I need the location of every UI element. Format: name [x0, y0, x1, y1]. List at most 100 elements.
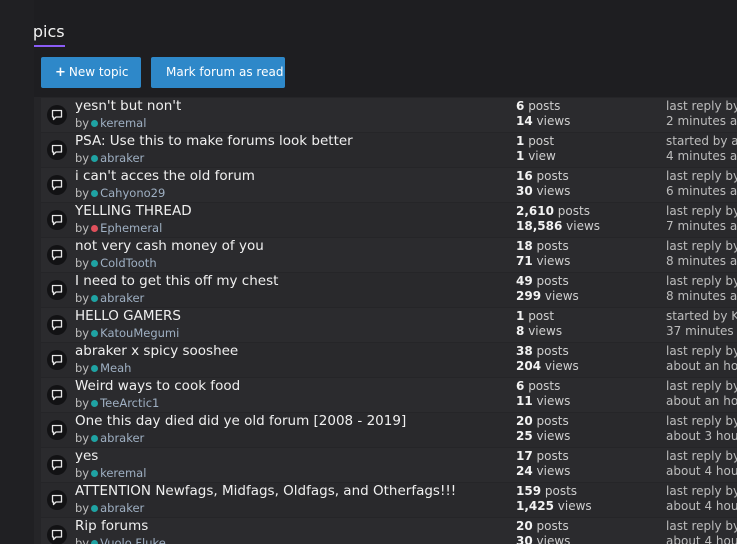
last-activity: last reply by Iabout an hou — [666, 378, 737, 409]
topic-row[interactable]: Rip forums by Vuolo Fluke 20 posts 30 views l… — [41, 518, 737, 544]
topic-row[interactable]: Weird ways to cook food by TeeArctic1 6 pos… — [41, 378, 737, 412]
user-status-dot — [91, 260, 99, 267]
last-activity: last reply by a8 minutes ag — [666, 273, 737, 304]
author-link[interactable]: abraker — [100, 431, 144, 445]
view-count: 8 — [516, 324, 525, 338]
topic-title-link[interactable]: yes — [75, 448, 98, 465]
topic-stats: 49 posts 299 views — [516, 273, 656, 304]
user-status-dot — [91, 400, 99, 407]
topic-row[interactable]: yes by keremal 17 posts 24 views last reply b… — [41, 448, 737, 482]
view-count: 11 — [516, 394, 533, 408]
topic-title-link[interactable]: not very cash money of you — [75, 238, 264, 255]
author-link[interactable]: abraker — [100, 151, 144, 165]
topic-byline: by KatouMegumi — [75, 326, 180, 340]
view-count: 1 — [516, 149, 525, 163]
last-activity: last reply by a7 minutes ag — [666, 203, 737, 234]
topic-row[interactable]: yesn't but non't by keremal 6 posts 14 views… — [41, 98, 737, 132]
chat-bubble-icon — [47, 350, 67, 370]
user-status-dot — [91, 330, 99, 337]
topic-row[interactable]: One this day died did ye old forum [2008… — [41, 413, 737, 447]
mark-forum-read-button[interactable]: Mark forum as read — [151, 57, 285, 88]
topic-byline: by Cahyono29 — [75, 186, 166, 200]
topic-title-link[interactable]: PSA: Use this to make forums look better — [75, 133, 353, 150]
topic-title-link[interactable]: Weird ways to cook food — [75, 378, 240, 395]
topic-title-link[interactable]: I need to get this off my chest — [75, 273, 278, 290]
author-link[interactable]: keremal — [100, 116, 146, 130]
last-reply-time: about 4 hou — [666, 499, 737, 513]
topic-row[interactable]: ATTENTION Newfags, Midfags, Oldfags, and… — [41, 483, 737, 517]
author-link[interactable]: Meah — [100, 361, 131, 375]
last-activity: last reply by Iabout an hou — [666, 343, 737, 374]
chat-bubble-icon — [47, 385, 67, 405]
post-count: 18 — [516, 239, 533, 253]
topic-row[interactable]: YELLING THREAD by Ephemeral 2,610 posts 18,5… — [41, 203, 737, 237]
chat-bubble-icon — [47, 245, 67, 265]
chat-bubble-icon — [47, 490, 67, 510]
last-reply-text: last reply by s — [666, 449, 737, 463]
last-reply-time: about 4 hour — [666, 464, 737, 478]
post-count-label: posts — [557, 204, 590, 218]
topic-title-link[interactable]: YELLING THREAD — [75, 203, 192, 220]
user-status-dot — [91, 295, 99, 302]
view-count: 1,425 — [516, 499, 554, 513]
author-link[interactable]: Ephemeral — [100, 221, 162, 235]
topic-stats: 1 post 1 view — [516, 133, 656, 164]
last-reply-text: started by ab — [666, 134, 737, 148]
topic-row[interactable]: I need to get this off my chest by abraker… — [41, 273, 737, 307]
topic-row[interactable]: i can't acces the old forum by Cahyono29 16… — [41, 168, 737, 202]
last-activity: last reply by a6 minutes ag — [666, 168, 737, 199]
topic-stats: 6 posts 11 views — [516, 378, 656, 409]
topic-row[interactable]: not very cash money of you by ColdTooth 18 … — [41, 238, 737, 272]
post-count-label: posts — [528, 99, 561, 113]
post-count-label: posts — [536, 239, 569, 253]
view-count-label: view — [528, 149, 556, 163]
topic-byline: by Vuolo Fluke — [75, 535, 166, 544]
post-count: 1 — [516, 309, 525, 323]
topic-title-link[interactable]: ATTENTION Newfags, Midfags, Oldfags, and… — [75, 483, 456, 500]
author-link[interactable]: TeeArctic1 — [100, 396, 159, 410]
view-count: 30 — [516, 184, 533, 198]
topic-stats: 38 posts 204 views — [516, 343, 656, 374]
view-count-label: views — [536, 184, 571, 198]
last-activity: last reply by a2 minutes ag — [666, 98, 737, 129]
topic-row[interactable]: PSA: Use this to make forums look better… — [41, 133, 737, 167]
topic-title-link[interactable]: yesn't but non't — [75, 98, 181, 115]
topic-title-link[interactable]: abraker x spicy sooshee — [75, 343, 238, 360]
topic-stats: 16 posts 30 views — [516, 168, 656, 199]
last-reply-time: about 3 hour — [666, 429, 737, 443]
chat-bubble-icon — [47, 175, 67, 195]
author-link[interactable]: KatouMegumi — [100, 326, 179, 340]
view-count-label: views — [536, 429, 571, 443]
user-status-dot — [91, 120, 99, 127]
chat-bubble-icon — [47, 420, 67, 440]
topic-title-link[interactable]: HELLO GAMERS — [75, 308, 181, 325]
post-count: 38 — [516, 344, 533, 358]
topic-title-link[interactable]: Rip forums — [75, 518, 148, 535]
topic-title-link[interactable]: One this day died did ye old forum [2008… — [75, 413, 406, 430]
post-count-label: posts — [536, 274, 569, 288]
post-count: 20 — [516, 414, 533, 428]
last-activity: last reply by a8 minutes ag — [666, 238, 737, 269]
topic-byline: by Ephemeral — [75, 221, 163, 235]
chat-bubble-icon — [47, 280, 67, 300]
topic-title-link[interactable]: i can't acces the old forum — [75, 168, 255, 185]
last-reply-time: 8 minutes ag — [666, 289, 737, 303]
topic-row[interactable]: abraker x spicy sooshee by Meah 38 posts 204… — [41, 343, 737, 377]
post-count-label: posts — [536, 449, 569, 463]
author-link[interactable]: keremal — [100, 466, 146, 480]
last-reply-text: last reply by a — [666, 169, 737, 183]
topic-stats: 20 posts 25 views — [516, 413, 656, 444]
new-topic-button[interactable]: + New topic — [41, 57, 141, 88]
view-count-label: views — [544, 289, 579, 303]
view-count-label: views — [528, 324, 563, 338]
view-count-label: views — [536, 254, 571, 268]
author-link[interactable]: Vuolo Fluke — [100, 536, 166, 544]
last-reply-text: last reply by I — [666, 344, 737, 358]
author-link[interactable]: abraker — [100, 291, 144, 305]
post-count: 6 — [516, 99, 525, 113]
author-link[interactable]: Cahyono29 — [100, 186, 165, 200]
topic-row[interactable]: HELLO GAMERS by KatouMegumi 1 post 8 views st… — [41, 308, 737, 342]
view-count-label: views — [557, 499, 592, 513]
author-link[interactable]: abraker — [100, 501, 144, 515]
author-link[interactable]: ColdTooth — [100, 256, 157, 270]
